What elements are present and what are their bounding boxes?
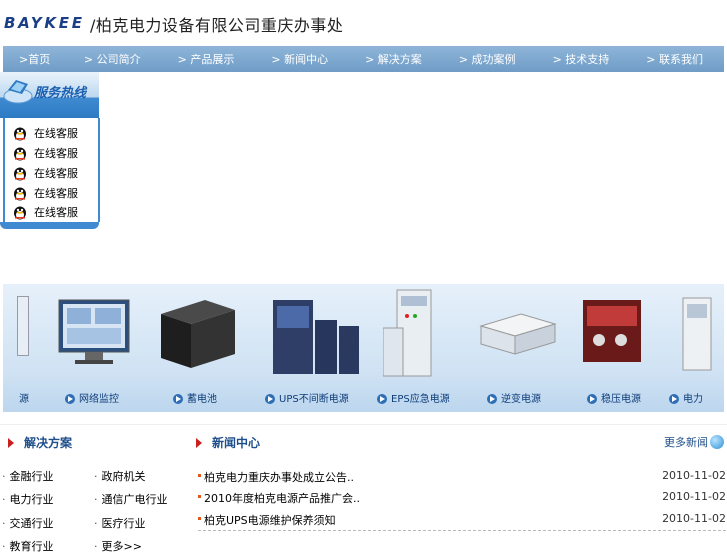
regulator-image[interactable] — [579, 294, 651, 370]
qq-penguin-icon — [14, 127, 26, 141]
qq-contact-4[interactable]: 在线客服 — [12, 184, 78, 202]
bullet-icon — [198, 474, 201, 477]
product-banner: 源 网络监控 蓄电池 UPS不间断电源 EPS应急电源 逆变电源 稳压电源 电力 — [3, 284, 724, 412]
product-label-eps[interactable]: EPS应急电源 — [377, 390, 450, 405]
product-label[interactable]: 源 — [19, 390, 29, 405]
news-item-title[interactable]: 2010年度柏克电源产品推广会.. — [204, 490, 360, 506]
news-title: 新闻中心 — [212, 436, 261, 450]
qq-contact-label: 在线客服 — [34, 187, 78, 200]
qq-contact-label: 在线客服 — [34, 147, 78, 160]
solution-item[interactable]: 金融行业 — [2, 468, 54, 484]
product-label-network-monitor[interactable]: 网络监控 — [65, 390, 119, 405]
ups-cabinet-image[interactable] — [271, 296, 361, 376]
news-item-title[interactable]: 柏克电力重庆办事处成立公告.. — [204, 469, 354, 485]
news-item-date: 2010-11-02 — [662, 490, 726, 503]
solution-item-more[interactable]: 更多>> — [94, 538, 142, 554]
qq-contact-2[interactable]: 在线客服 — [12, 144, 78, 162]
triangle-icon — [8, 437, 14, 448]
qq-contact-label: 在线客服 — [34, 167, 78, 180]
news-item-title[interactable]: 柏克UPS电源维护保养须知 — [204, 512, 336, 528]
hotline-footer — [0, 222, 99, 229]
nav-contact[interactable]: > 联系我们 — [630, 51, 724, 67]
arrow-icon — [487, 394, 497, 404]
phone-icon — [3, 80, 33, 104]
nav-about[interactable]: > 公司简介 — [68, 51, 162, 67]
news-list-item[interactable]: 柏克UPS电源维护保养须知 2010-11-02 — [198, 512, 726, 532]
news-header: 新闻中心 — [196, 434, 260, 451]
triangle-icon — [196, 437, 202, 448]
product-label-inverter[interactable]: 逆变电源 — [487, 390, 541, 405]
qq-penguin-icon — [14, 206, 26, 220]
product-label-regulator[interactable]: 稳压电源 — [587, 390, 641, 405]
solution-item[interactable]: 教育行业 — [2, 538, 54, 554]
inverter-image[interactable] — [475, 304, 559, 364]
qq-contact-3[interactable]: 在线客服 — [12, 164, 78, 182]
nav-cases[interactable]: > 成功案例 — [443, 51, 537, 67]
news-list-item[interactable]: 2010年度柏克电源产品推广会.. 2010-11-02 — [198, 490, 726, 510]
more-news-label: 更多新闻 — [664, 436, 708, 449]
hotline-title: 服务热线 — [34, 86, 87, 101]
product-label-ups[interactable]: UPS不间断电源 — [265, 390, 349, 405]
eps-cabinet-image[interactable] — [383, 288, 453, 378]
qq-penguin-icon — [14, 167, 26, 181]
product-label-power[interactable]: 电力 — [669, 390, 703, 405]
battery-image[interactable] — [155, 294, 241, 374]
section-divider — [0, 424, 727, 425]
solutions-title: 解决方案 — [24, 436, 73, 450]
arrow-icon — [377, 394, 387, 404]
arrow-icon — [65, 394, 75, 404]
qq-contact-5[interactable]: 在线客服 — [12, 203, 78, 221]
product-label-battery[interactable]: 蓄电池 — [173, 390, 217, 405]
qq-penguin-icon — [14, 187, 26, 201]
solution-item[interactable]: 政府机关 — [94, 468, 146, 484]
solution-item[interactable]: 交通行业 — [2, 515, 54, 531]
solution-item[interactable]: 电力行业 — [2, 491, 54, 507]
nav-support[interactable]: > 技术支持 — [537, 51, 631, 67]
news-item-date: 2010-11-02 — [662, 469, 726, 482]
solution-item[interactable]: 医疗行业 — [94, 515, 146, 531]
arrow-icon — [265, 394, 275, 404]
arrow-icon — [173, 394, 183, 404]
nav-products[interactable]: > 产品展示 — [162, 51, 256, 67]
news-item-date: 2010-11-02 — [662, 512, 726, 525]
product-image-partial[interactable] — [17, 296, 29, 356]
qq-contact-1[interactable]: 在线客服 — [12, 124, 78, 142]
service-hotline-panel: 服务热线 在线客服 在线客服 在线客服 在线客服 在线客服 — [0, 72, 100, 229]
nav-home[interactable]: >首页 — [3, 51, 68, 67]
solution-item[interactable]: 通信广电行业 — [94, 491, 168, 507]
baykee-logo: BAYKEE — [3, 14, 83, 32]
power-cabinet-image[interactable] — [677, 294, 717, 374]
nav-news[interactable]: > 新闻中心 — [255, 51, 349, 67]
more-news-link[interactable]: 更多新闻 — [664, 434, 724, 450]
monitor-image[interactable] — [55, 292, 135, 372]
bullet-icon — [198, 495, 201, 498]
news-list-item[interactable]: 柏克电力重庆办事处成立公告.. 2010-11-02 — [198, 469, 726, 489]
globe-icon — [710, 435, 724, 449]
news-divider — [198, 530, 726, 531]
arrow-icon — [587, 394, 597, 404]
nav-solutions[interactable]: > 解决方案 — [349, 51, 443, 67]
qq-penguin-icon — [14, 147, 26, 161]
company-name: /柏克电力设备有限公司重庆办事处 — [90, 16, 344, 35]
bullet-icon — [198, 517, 201, 520]
arrow-icon — [669, 394, 679, 404]
qq-contact-label: 在线客服 — [34, 127, 78, 140]
qq-contact-label: 在线客服 — [34, 206, 78, 219]
solutions-header: 解决方案 — [8, 434, 72, 451]
main-nav: >首页 > 公司简介 > 产品展示 > 新闻中心 > 解决方案 > 成功案例 >… — [3, 46, 724, 72]
hotline-header: 服务热线 — [0, 72, 99, 118]
